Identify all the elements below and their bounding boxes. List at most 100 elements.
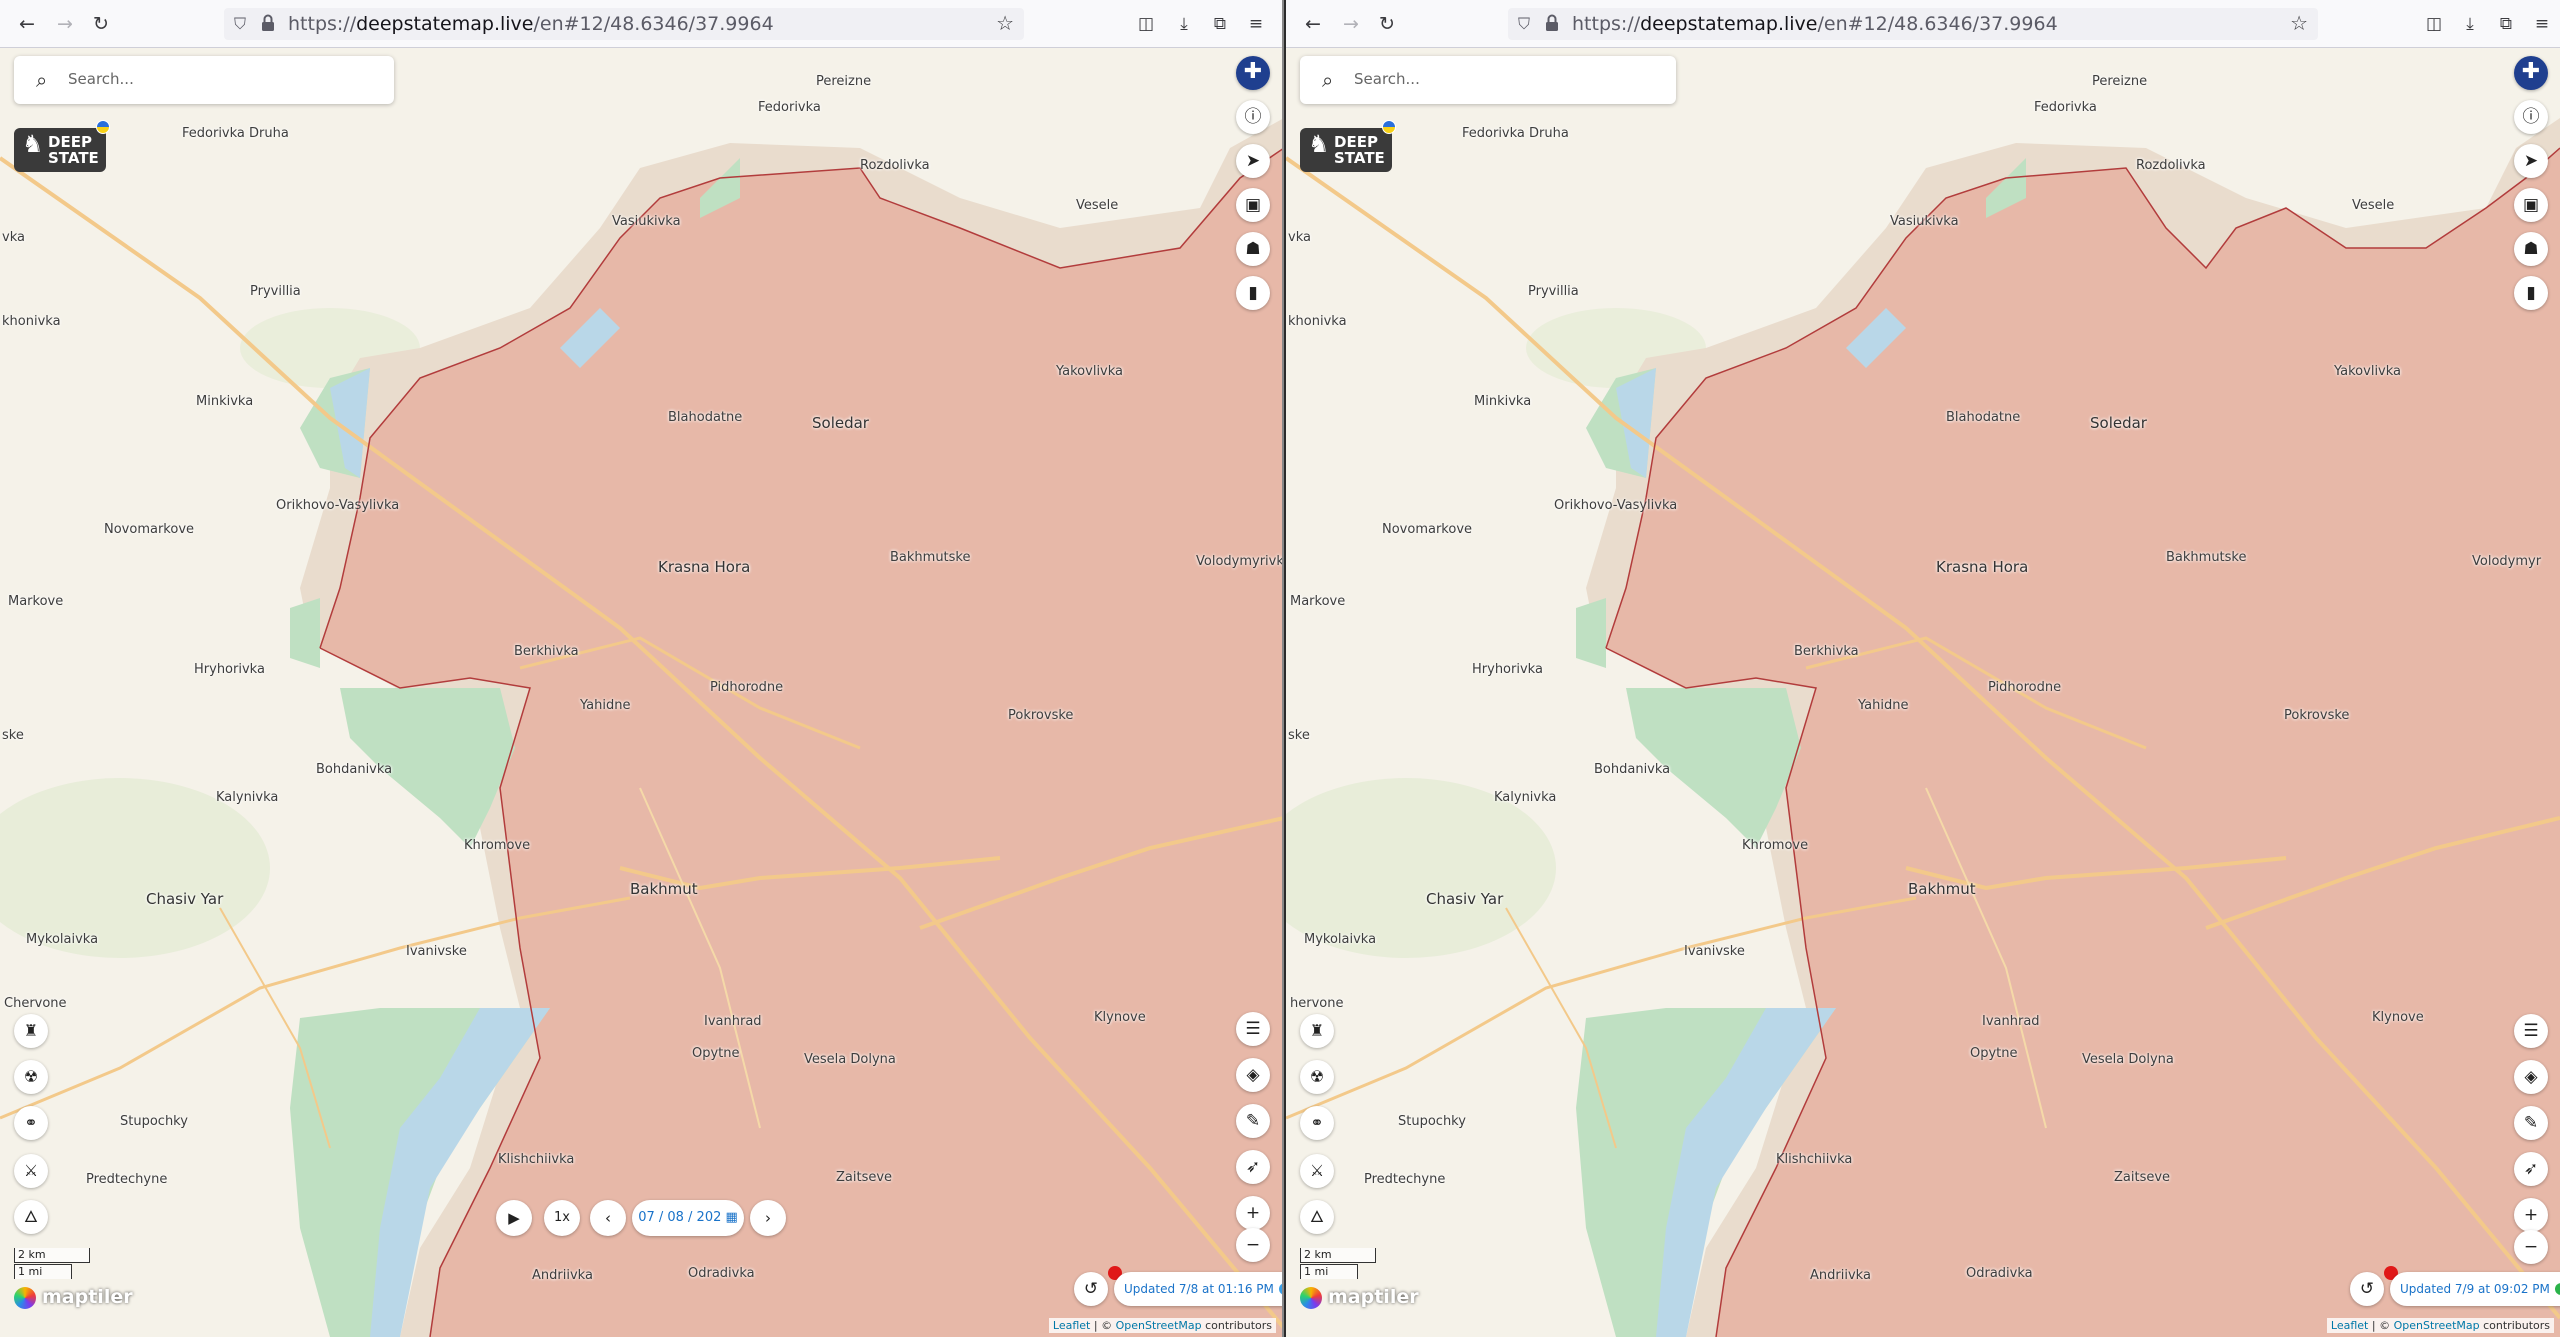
maptiler-logo[interactable]: maptiler xyxy=(1300,1286,1419,1309)
nuclear-icon[interactable]: ☢ xyxy=(14,1060,48,1094)
maptiler-logo[interactable]: maptiler xyxy=(14,1286,133,1309)
lock-icon[interactable] xyxy=(1544,13,1560,33)
scale-mi: 1 mi xyxy=(14,1264,72,1279)
history-icon[interactable]: ↺ xyxy=(1074,1272,1108,1306)
extensions-icon[interactable]: ⧉ xyxy=(1208,12,1232,36)
deepstate-logo[interactable]: ♞ DEEP STATE xyxy=(1300,120,1396,172)
fire-icon[interactable]: 🜂 xyxy=(14,1200,48,1234)
leaflet-link[interactable]: Leaflet xyxy=(2331,1319,2368,1332)
ruler-icon[interactable]: ✎ xyxy=(1236,1104,1270,1138)
filters-icon[interactable]: ☰ xyxy=(1236,1012,1270,1046)
telegram-icon[interactable]: ➤ xyxy=(1236,144,1270,178)
units-icon[interactable]: ⚭ xyxy=(14,1106,48,1140)
statistics-icon[interactable]: ▮ xyxy=(1236,276,1270,310)
place-label: Khromove xyxy=(1742,838,1809,853)
place-label: vka xyxy=(2,230,25,245)
place-label: Vesele xyxy=(1076,198,1119,213)
osm-link[interactable]: OpenStreetMap xyxy=(2394,1319,2480,1332)
locate-icon[interactable]: ➶ xyxy=(2514,1152,2548,1186)
fortifications-icon[interactable]: ♜ xyxy=(14,1014,48,1048)
filters-icon[interactable]: ☰ xyxy=(2514,1014,2548,1048)
zoom-in-button[interactable]: + xyxy=(1236,1196,1270,1230)
search-box[interactable]: ⌕ Search... xyxy=(1300,56,1676,104)
back-icon[interactable]: ← xyxy=(1300,12,1326,36)
place-label: Pryvillia xyxy=(1528,284,1579,299)
place-label: Ivanivske xyxy=(1684,944,1745,959)
place-label: ske xyxy=(2,728,24,743)
bookmark-star-icon[interactable]: ☆ xyxy=(996,11,1014,35)
layers-icon[interactable]: ◈ xyxy=(1236,1058,1270,1092)
ruler-icon[interactable]: ✎ xyxy=(2514,1106,2548,1140)
url-bar[interactable]: ⛉ https://deepstatemap.live/en#12/48.634… xyxy=(1508,8,2318,40)
tracking-shield-icon[interactable]: ⛉ xyxy=(234,14,246,34)
fortifications-icon[interactable]: ♜ xyxy=(1300,1014,1334,1048)
telegram-icon[interactable]: ➤ xyxy=(2514,144,2548,178)
place-label: ske xyxy=(1288,728,1310,743)
back-icon[interactable]: ← xyxy=(14,12,40,36)
artillery-icon[interactable]: ⚔ xyxy=(1300,1154,1334,1188)
donate-icon[interactable]: ▣ xyxy=(1236,188,1270,222)
info-icon[interactable]: ⓘ xyxy=(1236,100,1270,134)
place-label: Vesela Dolyna xyxy=(2082,1052,2174,1067)
artillery-icon[interactable]: ⚔ xyxy=(14,1154,48,1188)
updated-status[interactable]: Updated 7/8 at 01:16 PM xyxy=(1114,1272,1282,1306)
updated-status[interactable]: Updated 7/9 at 09:02 PM xyxy=(2390,1272,2560,1306)
downloads-icon[interactable]: ⤓ xyxy=(1172,12,1196,36)
extensions-icon[interactable]: ⧉ xyxy=(2494,12,2518,36)
bookmark-star-icon[interactable]: ☆ xyxy=(2290,11,2308,35)
language-uk-flag-icon[interactable]: ✚ xyxy=(2514,56,2548,90)
osm-link[interactable]: OpenStreetMap xyxy=(1116,1319,1202,1332)
menu-icon[interactable]: ≡ xyxy=(1244,12,1268,36)
pocket-icon[interactable]: ◫ xyxy=(1134,12,1158,36)
url-text[interactable]: https://deepstatemap.live/en#12/48.6346/… xyxy=(1572,13,2058,35)
place-label: Bakhmutske xyxy=(2166,550,2247,565)
place-label: Khromove xyxy=(464,838,531,853)
history-icon[interactable]: ↺ xyxy=(2350,1272,2384,1306)
units-icon[interactable]: ⚭ xyxy=(1300,1106,1334,1140)
play-button[interactable]: ▶ xyxy=(496,1200,532,1236)
locate-icon[interactable]: ➶ xyxy=(1236,1150,1270,1184)
search-box[interactable]: ⌕ Search... xyxy=(14,56,394,104)
date-picker[interactable]: 07 / 08 / 202 ▦ xyxy=(632,1200,744,1236)
forward-icon[interactable]: → xyxy=(1338,12,1364,36)
deepstate-logo[interactable]: ♞ DEEP STATE xyxy=(14,120,110,172)
forward-icon[interactable]: → xyxy=(52,12,78,36)
fire-icon[interactable]: 🜂 xyxy=(1300,1200,1334,1234)
zoom-in-button[interactable]: + xyxy=(2514,1198,2548,1232)
map-canvas[interactable]: Pereizne Fedorivka Fedorivka Druha Rozdo… xyxy=(1286,48,2560,1337)
place-label: Volodymyr xyxy=(2472,554,2542,569)
pocket-icon[interactable]: ◫ xyxy=(2422,12,2446,36)
reload-icon[interactable]: ↻ xyxy=(1374,12,1400,36)
scale-bar: 2 km 1 mi xyxy=(1300,1248,1376,1280)
url-bar[interactable]: ⛉ https://deepstatemap.live/en#12/48.634… xyxy=(224,8,1024,40)
search-input[interactable]: Search... xyxy=(1354,70,1420,88)
language-uk-flag-icon[interactable]: ✚ xyxy=(1236,56,1270,90)
downloads-icon[interactable]: ⤓ xyxy=(2458,12,2482,36)
menu-icon[interactable]: ≡ xyxy=(2530,12,2554,36)
info-icon[interactable]: ⓘ xyxy=(2514,100,2548,134)
tracking-shield-icon[interactable]: ⛉ xyxy=(1518,14,1530,34)
nuclear-icon[interactable]: ☢ xyxy=(1300,1060,1334,1094)
next-date-button[interactable]: › xyxy=(750,1200,786,1236)
speed-button[interactable]: 1x xyxy=(544,1200,580,1236)
map-canvas[interactable]: Pereizne Fedorivka Fedorivka Druha Rozdo… xyxy=(0,48,1282,1337)
attribution-tail: contributors xyxy=(1201,1319,1272,1332)
search-input[interactable]: Search... xyxy=(68,70,134,88)
bot-icon[interactable]: ☗ xyxy=(2514,232,2548,266)
url-text[interactable]: https://deepstatemap.live/en#12/48.6346/… xyxy=(288,13,774,35)
statistics-icon[interactable]: ▮ xyxy=(2514,276,2548,310)
lock-icon[interactable] xyxy=(260,13,276,33)
layers-icon[interactable]: ◈ xyxy=(2514,1060,2548,1094)
zoom-out-button[interactable]: − xyxy=(2514,1230,2548,1264)
bot-icon[interactable]: ☗ xyxy=(1236,232,1270,266)
place-label: Klynove xyxy=(1094,1010,1146,1025)
donate-icon[interactable]: ▣ xyxy=(2514,188,2548,222)
place-label: Hryhorivka xyxy=(1472,662,1543,677)
reload-icon[interactable]: ↻ xyxy=(88,12,114,36)
prev-date-button[interactable]: ‹ xyxy=(590,1200,626,1236)
place-label: Zaitseve xyxy=(2114,1170,2171,1185)
place-label: Andriivka xyxy=(532,1268,593,1283)
place-label: Mykolaivka xyxy=(1304,932,1377,947)
zoom-out-button[interactable]: − xyxy=(1236,1228,1270,1262)
leaflet-link[interactable]: Leaflet xyxy=(1053,1319,1090,1332)
